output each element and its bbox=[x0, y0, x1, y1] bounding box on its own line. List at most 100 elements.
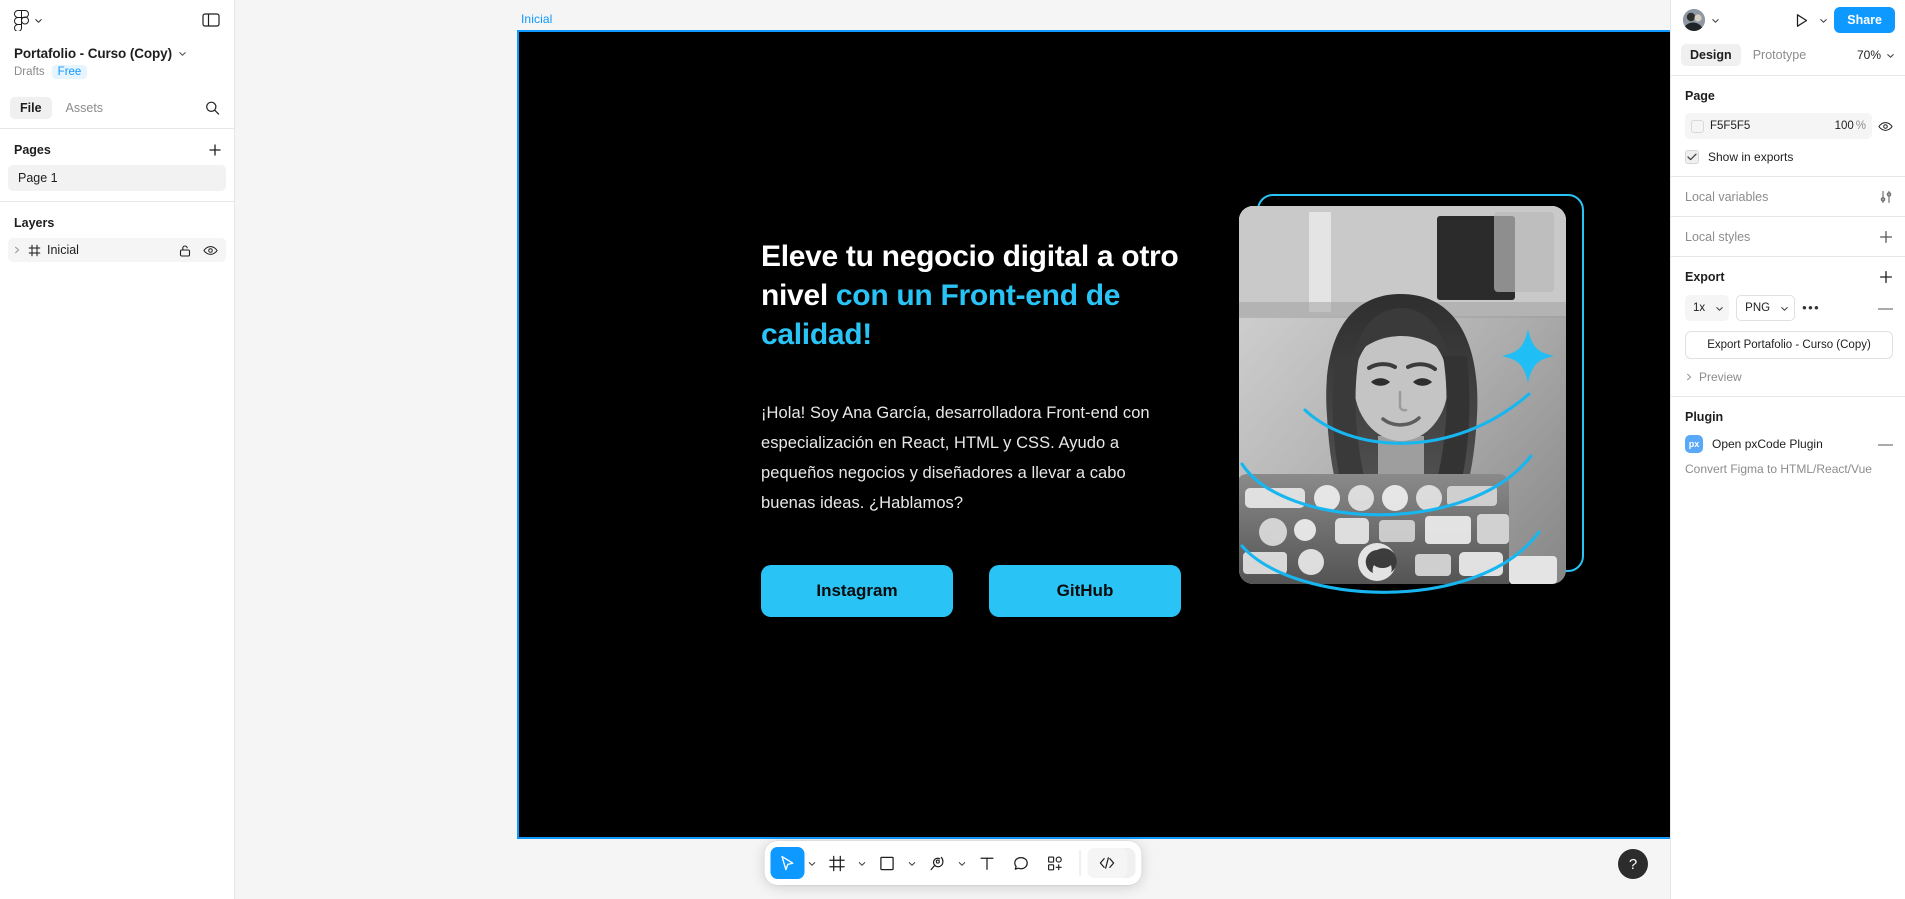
layer-item-inicial[interactable]: Inicial bbox=[8, 238, 226, 262]
move-tool-caret[interactable] bbox=[804, 847, 820, 879]
chevron-down-icon[interactable] bbox=[1711, 16, 1720, 25]
hero-buttons-row: Instagram GitHub bbox=[761, 565, 1181, 617]
plus-icon[interactable] bbox=[1879, 230, 1893, 244]
comment-tool[interactable] bbox=[1004, 847, 1038, 879]
move-tool[interactable] bbox=[770, 847, 804, 879]
tab-prototype[interactable]: Prototype bbox=[1744, 44, 1816, 66]
chevron-down-icon[interactable] bbox=[178, 49, 187, 58]
plugin-remove-icon[interactable]: — bbox=[1878, 436, 1893, 453]
text-icon bbox=[980, 857, 994, 870]
local-styles-section[interactable]: Local styles bbox=[1671, 217, 1905, 257]
export-section-title: Export bbox=[1685, 270, 1725, 284]
show-in-exports-checkbox[interactable] bbox=[1685, 150, 1699, 164]
search-button[interactable] bbox=[205, 100, 220, 115]
frame-icon bbox=[28, 244, 41, 256]
export-format-select[interactable]: PNG bbox=[1736, 295, 1796, 321]
share-button[interactable]: Share bbox=[1834, 7, 1895, 33]
components-icon bbox=[1048, 856, 1062, 870]
shape-tool-caret[interactable] bbox=[904, 847, 920, 879]
plugin-section: Plugin px Open pxCode Plugin — Convert F… bbox=[1671, 397, 1905, 488]
eye-icon[interactable] bbox=[203, 245, 218, 256]
page-item-page-1[interactable]: Page 1 bbox=[8, 165, 226, 191]
zoom-level: 70% bbox=[1856, 48, 1881, 62]
toggle-panel-icon[interactable] bbox=[202, 12, 220, 28]
text-tool[interactable] bbox=[970, 847, 1004, 879]
chevron-down-icon[interactable] bbox=[1819, 16, 1828, 25]
dev-mode-tool[interactable] bbox=[1087, 848, 1127, 878]
plan-badge[interactable]: Free bbox=[51, 65, 88, 79]
chevron-down-icon bbox=[1887, 53, 1894, 58]
pen-icon bbox=[930, 856, 944, 870]
export-remove-icon[interactable]: — bbox=[1878, 300, 1893, 317]
plus-icon[interactable] bbox=[1879, 270, 1893, 284]
checkmark-icon bbox=[1687, 153, 1697, 161]
hero-photo-composition bbox=[1239, 194, 1584, 594]
canvas-area[interactable]: Inicial Eleve tu negocio digital a otro … bbox=[235, 0, 1670, 899]
github-button[interactable]: GitHub bbox=[989, 565, 1181, 617]
hero-heading: Eleve tu negocio digital a otro nivel co… bbox=[761, 237, 1181, 354]
file-info-block: Portafolio - Curso (Copy) Drafts Free bbox=[0, 40, 234, 79]
export-preview-row[interactable]: Preview bbox=[1685, 370, 1893, 384]
pen-tool[interactable] bbox=[920, 847, 954, 879]
present-button[interactable] bbox=[1789, 8, 1813, 32]
variables-icon[interactable] bbox=[1879, 190, 1893, 204]
layers-section-header: Layers bbox=[0, 202, 234, 238]
design-prototype-tabs: Design Prototype 70% bbox=[1671, 40, 1905, 76]
frame-tool-caret[interactable] bbox=[854, 847, 870, 879]
page-fill-field[interactable]: F5F5F5 100 % bbox=[1685, 113, 1872, 139]
bottom-toolbar bbox=[764, 841, 1141, 885]
frame-tool[interactable] bbox=[820, 847, 854, 879]
local-styles-title: Local styles bbox=[1685, 230, 1751, 244]
plugin-name[interactable]: Open pxCode Plugin bbox=[1712, 437, 1823, 451]
figma-menu-button[interactable] bbox=[14, 9, 43, 31]
pxcode-icon: px bbox=[1685, 435, 1703, 453]
export-section-header: Export bbox=[1685, 270, 1893, 284]
color-swatch[interactable] bbox=[1691, 119, 1704, 133]
frame-icon bbox=[829, 855, 845, 871]
pages-section-header: Pages bbox=[0, 129, 234, 165]
opacity-value[interactable]: 100 bbox=[1835, 120, 1854, 132]
tab-file[interactable]: File bbox=[10, 97, 52, 119]
file-name-row[interactable]: Portafolio - Curso (Copy) bbox=[14, 46, 220, 61]
opacity-box[interactable]: 100 % bbox=[1835, 120, 1870, 132]
export-button[interactable]: Export Portafolio - Curso (Copy) bbox=[1685, 331, 1893, 359]
pen-tool-caret[interactable] bbox=[954, 847, 970, 879]
selected-frame-outline[interactable]: Eleve tu negocio digital a otro nivel co… bbox=[517, 30, 1670, 839]
add-page-icon[interactable] bbox=[208, 143, 222, 157]
eye-icon[interactable] bbox=[1878, 121, 1893, 132]
chevron-down-icon bbox=[858, 861, 866, 866]
shape-tool[interactable] bbox=[870, 847, 904, 879]
tab-assets[interactable]: Assets bbox=[56, 97, 114, 119]
show-in-exports-row[interactable]: Show in exports bbox=[1685, 150, 1893, 164]
tab-design[interactable]: Design bbox=[1681, 44, 1741, 66]
export-format-value: PNG bbox=[1745, 302, 1771, 314]
avatar-image bbox=[1683, 9, 1705, 31]
cursor-icon bbox=[781, 855, 794, 870]
page-fill-row: F5F5F5 100 % bbox=[1685, 113, 1893, 139]
right-sidebar: Share Design Prototype 70% Page F5F5F5 1… bbox=[1670, 0, 1905, 899]
actions-tool[interactable] bbox=[1038, 847, 1072, 879]
fill-hex-value[interactable]: F5F5F5 bbox=[1710, 120, 1829, 132]
frame-label-inicial[interactable]: Inicial bbox=[521, 12, 552, 26]
export-scale-select[interactable]: 1x bbox=[1685, 295, 1730, 321]
local-variables-title: Local variables bbox=[1685, 190, 1769, 204]
artboard-inicial: Eleve tu negocio digital a otro nivel co… bbox=[519, 32, 1670, 837]
figma-logo-icon bbox=[14, 9, 29, 31]
chevron-down-icon bbox=[1781, 306, 1788, 311]
instagram-button[interactable]: Instagram bbox=[761, 565, 953, 617]
export-more-icon[interactable]: ••• bbox=[1802, 301, 1820, 314]
drafts-label[interactable]: Drafts bbox=[14, 66, 45, 78]
user-avatar[interactable] bbox=[1683, 9, 1705, 31]
plugin-description: Convert Figma to HTML/React/Vue bbox=[1685, 462, 1872, 476]
plugin-item-pxcode[interactable]: px Open pxCode Plugin — bbox=[1685, 435, 1893, 453]
plugin-section-header: Plugin bbox=[1685, 410, 1893, 424]
help-button[interactable]: ? bbox=[1618, 849, 1648, 879]
zoom-control[interactable]: 70% bbox=[1857, 48, 1895, 62]
local-variables-section[interactable]: Local variables bbox=[1671, 177, 1905, 217]
lock-icon[interactable] bbox=[179, 244, 191, 257]
export-section: Export 1x PNG ••• — Export Portafolio - … bbox=[1671, 257, 1905, 397]
chevron-down-icon bbox=[958, 861, 966, 866]
expand-caret-icon[interactable] bbox=[12, 245, 22, 255]
right-sidebar-topbar: Share bbox=[1671, 0, 1905, 40]
search-icon bbox=[206, 101, 220, 115]
